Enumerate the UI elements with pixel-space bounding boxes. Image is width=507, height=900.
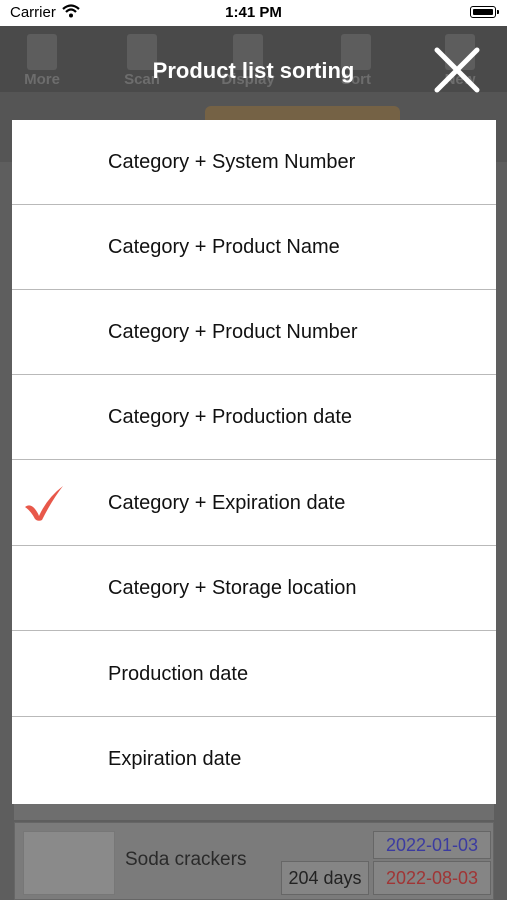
sort-option-production-date[interactable]: Production date bbox=[12, 632, 496, 717]
sort-option-label: Category + Storage location bbox=[108, 577, 357, 599]
sort-option-label: Expiration date bbox=[108, 748, 242, 770]
production-date: 2022-01-03 bbox=[373, 831, 491, 859]
dialog-title: Product list sorting bbox=[152, 58, 355, 83]
product-thumbnail bbox=[23, 831, 115, 895]
battery-icon bbox=[470, 6, 499, 18]
sort-option-label: Category + Product Number bbox=[108, 321, 358, 343]
sort-option-category-production-date[interactable]: Category + Production date bbox=[12, 375, 496, 460]
sort-option-category-expiration-date[interactable]: Category + Expiration date bbox=[12, 461, 496, 546]
sort-option-expiration-date[interactable]: Expiration date bbox=[12, 717, 496, 802]
sort-option-label: Category + Expiration date bbox=[108, 492, 346, 514]
checkmark-icon bbox=[25, 486, 63, 521]
sort-option-label: Category + Production date bbox=[108, 406, 353, 428]
sort-option-category-storage-location[interactable]: Category + Storage location bbox=[12, 546, 496, 631]
sort-option-category-system-number[interactable]: Category + System Number bbox=[12, 120, 496, 205]
days-remaining: 204 days bbox=[281, 861, 369, 895]
expiration-date: 2022-08-03 bbox=[373, 861, 491, 895]
status-bar: Carrier 1:41 PM bbox=[0, 0, 507, 26]
sort-option-category-product-name[interactable]: Category + Product Name bbox=[12, 205, 496, 290]
product-name: Soda crackers bbox=[125, 849, 247, 870]
background-list-item: Soda crackers 204 days 2022-01-03 2022-0… bbox=[14, 822, 494, 900]
sort-option-label: Production date bbox=[108, 663, 249, 685]
sort-option-category-product-number[interactable]: Category + Product Number bbox=[12, 290, 496, 375]
sort-option-label: Category + Product Name bbox=[108, 236, 340, 258]
sort-option-label: Category + System Number bbox=[108, 151, 356, 173]
close-icon[interactable] bbox=[432, 45, 482, 95]
status-time: 1:41 PM bbox=[225, 4, 282, 21]
sort-options-list: Category + System Number Category + Prod… bbox=[12, 120, 496, 804]
